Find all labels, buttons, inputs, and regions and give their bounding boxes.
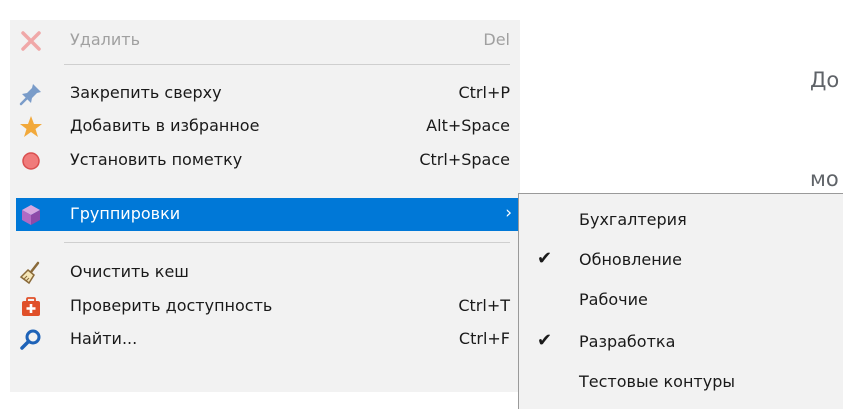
menu-item-find[interactable]: Найти... Ctrl+F — [16, 323, 518, 356]
menu-item-label: Найти... — [70, 329, 138, 348]
context-menu: Удалить Del Закрепить сверху Ctrl+P Доба… — [10, 20, 520, 392]
menu-item-pin-top[interactable]: Закрепить сверху Ctrl+P — [16, 77, 518, 110]
checkmark-icon: ✔ — [537, 330, 553, 351]
menu-item-label: Проверить доступность — [70, 296, 273, 315]
menu-item-check-availability[interactable]: Проверить доступность Ctrl+T — [16, 290, 518, 323]
submenu-item-label: Рабочие — [579, 290, 648, 309]
menu-item-label: Закрепить сверху — [70, 83, 222, 102]
menu-separator — [64, 64, 510, 65]
menu-item-label: Очистить кеш — [70, 262, 189, 281]
background-text-line: До — [810, 68, 840, 92]
menu-item-delete[interactable]: Удалить Del — [16, 24, 518, 57]
menu-separator — [64, 242, 510, 243]
submenu-item-test-environments[interactable]: Тестовые контуры — [519, 364, 843, 400]
submenu-item-accounting[interactable]: Бухгалтерия — [519, 202, 843, 238]
search-icon — [18, 327, 44, 353]
broom-icon — [18, 260, 44, 286]
submenu-item-working[interactable]: Рабочие — [519, 282, 843, 318]
menu-item-shortcut: Ctrl+Space — [419, 150, 510, 169]
menu-item-label: Установить пометку — [70, 150, 243, 169]
x-icon — [18, 28, 44, 54]
menu-item-add-favorite[interactable]: Добавить в избранное Alt+Space — [16, 110, 518, 143]
submenu-item-label: Обновление — [579, 250, 682, 269]
pin-icon — [18, 81, 44, 107]
submenu-item-label: Бухгалтерия — [579, 210, 687, 229]
menu-item-shortcut: Ctrl+P — [458, 83, 510, 102]
cube-icon — [18, 202, 44, 228]
submenu-item-label: Разработка — [579, 332, 676, 351]
menu-item-label: Удалить — [70, 30, 140, 49]
submenu-item-update[interactable]: ✔ Обновление — [519, 242, 843, 278]
menu-item-groupings[interactable]: Группировки › — [16, 198, 518, 231]
menu-item-shortcut: Ctrl+T — [458, 296, 510, 315]
menu-item-set-mark[interactable]: Установить пометку Ctrl+Space — [16, 144, 518, 177]
groupings-submenu: Бухгалтерия ✔ Обновление Рабочие ✔ Разра… — [518, 193, 843, 409]
checkmark-icon: ✔ — [537, 248, 553, 269]
star-icon — [18, 114, 44, 140]
menu-item-shortcut: Alt+Space — [426, 116, 510, 135]
menu-item-label: Добавить в избранное — [70, 116, 260, 135]
chevron-right-icon: › — [505, 203, 512, 223]
menu-item-shortcut: Ctrl+F — [458, 329, 510, 348]
menu-item-shortcut: Del — [483, 30, 510, 49]
first-aid-icon — [18, 294, 44, 320]
menu-item-clear-cache[interactable]: Очистить кеш — [16, 256, 518, 289]
background-text-line: мо — [810, 167, 839, 191]
submenu-item-label: Тестовые контуры — [579, 372, 736, 391]
circle-icon — [18, 148, 44, 174]
submenu-item-development[interactable]: ✔ Разработка — [519, 324, 843, 360]
menu-item-label: Группировки — [70, 204, 181, 223]
